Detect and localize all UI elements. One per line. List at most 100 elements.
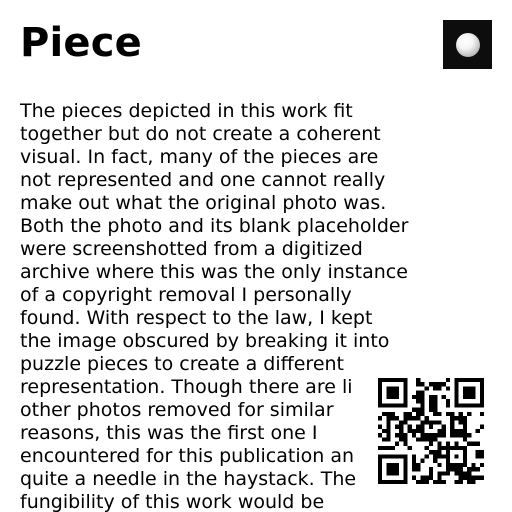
description-line: fungibility of this work would be bbox=[20, 491, 325, 512]
qr-module bbox=[424, 454, 429, 459]
qr-module bbox=[445, 445, 451, 451]
qr-module bbox=[386, 445, 391, 451]
qr-module bbox=[437, 479, 442, 484]
qr-module bbox=[428, 433, 434, 438]
qr-module bbox=[390, 411, 395, 417]
qr-module bbox=[471, 403, 476, 408]
qr-module bbox=[420, 403, 425, 408]
qr-module bbox=[407, 416, 412, 421]
qr-module bbox=[394, 441, 400, 446]
qr-module bbox=[462, 471, 468, 476]
qr-module bbox=[407, 428, 412, 434]
qr-module bbox=[462, 420, 468, 425]
description-line: together but do not create a coherent bbox=[20, 123, 381, 145]
qr-module bbox=[471, 467, 476, 472]
qr-module bbox=[450, 420, 455, 425]
qr-module bbox=[462, 386, 468, 391]
qr-module bbox=[454, 386, 459, 391]
qr-module bbox=[450, 416, 455, 421]
qr-module bbox=[399, 420, 404, 425]
qr-module bbox=[437, 428, 442, 434]
artwork-thumbnail[interactable] bbox=[443, 20, 492, 69]
qr-module bbox=[479, 378, 484, 383]
qr-module bbox=[471, 390, 476, 395]
qr-module bbox=[394, 433, 400, 438]
qr-module bbox=[479, 424, 484, 429]
qr-module bbox=[411, 467, 417, 472]
qr-module bbox=[403, 420, 408, 425]
qr-module bbox=[467, 471, 472, 476]
qr-module bbox=[386, 462, 391, 468]
qr-code-graphic bbox=[378, 378, 484, 484]
qr-module bbox=[450, 445, 455, 451]
qr-module bbox=[386, 424, 391, 429]
qr-module bbox=[471, 441, 476, 446]
qr-module bbox=[454, 454, 459, 459]
qr-module bbox=[437, 382, 442, 387]
qr-module bbox=[411, 433, 417, 438]
description-line: were screenshotted from a digitized bbox=[20, 238, 363, 260]
qr-module bbox=[454, 416, 459, 421]
qr-code-icon[interactable] bbox=[378, 378, 484, 484]
qr-module bbox=[433, 407, 438, 412]
qr-module bbox=[403, 458, 408, 463]
qr-module bbox=[399, 437, 404, 442]
qr-module bbox=[467, 411, 472, 417]
description-line: the image obscured by breaking it into bbox=[20, 330, 390, 352]
qr-module bbox=[475, 403, 480, 408]
qr-module bbox=[433, 386, 438, 391]
qr-module bbox=[475, 441, 480, 446]
qr-module bbox=[467, 403, 472, 408]
qr-module bbox=[462, 437, 468, 442]
qr-module bbox=[420, 428, 425, 434]
qr-module bbox=[416, 378, 421, 383]
qr-module bbox=[386, 390, 391, 395]
qr-module bbox=[445, 458, 451, 463]
description-line: puzzle pieces to create a different bbox=[20, 353, 345, 375]
qr-module bbox=[407, 424, 412, 429]
qr-module bbox=[454, 390, 459, 395]
qr-module bbox=[386, 420, 391, 425]
qr-module bbox=[394, 424, 400, 429]
qr-module bbox=[450, 433, 455, 438]
qr-module bbox=[411, 394, 417, 400]
qr-module bbox=[411, 454, 417, 459]
qr-module bbox=[437, 475, 442, 480]
qr-module bbox=[475, 454, 480, 459]
qr-module bbox=[441, 394, 446, 400]
qr-module bbox=[428, 450, 434, 455]
qr-module bbox=[394, 454, 400, 459]
qr-module bbox=[445, 411, 451, 417]
qr-module bbox=[424, 416, 429, 421]
qr-module bbox=[462, 462, 468, 468]
qr-module bbox=[416, 411, 421, 417]
qr-module bbox=[378, 403, 383, 408]
qr-module bbox=[428, 394, 434, 400]
qr-module bbox=[445, 403, 451, 408]
qr-module bbox=[428, 403, 434, 408]
qr-module bbox=[437, 411, 442, 417]
qr-module bbox=[378, 390, 383, 395]
qr-module bbox=[390, 445, 395, 451]
qr-module bbox=[411, 407, 417, 412]
qr-module bbox=[445, 471, 451, 476]
qr-module bbox=[471, 378, 476, 383]
qr-module bbox=[454, 428, 459, 434]
qr-module bbox=[416, 390, 421, 395]
qr-module bbox=[437, 462, 442, 468]
qr-module bbox=[454, 445, 459, 451]
qr-module bbox=[462, 416, 468, 421]
qr-module bbox=[454, 479, 459, 484]
qr-module bbox=[471, 394, 476, 400]
qr-module bbox=[420, 437, 425, 442]
qr-module bbox=[458, 462, 463, 468]
qr-module bbox=[428, 382, 434, 387]
qr-module bbox=[437, 471, 442, 476]
qr-module bbox=[437, 386, 442, 391]
qr-module bbox=[390, 479, 395, 484]
qr-module bbox=[378, 433, 383, 438]
qr-module bbox=[394, 386, 400, 391]
qr-module bbox=[378, 424, 383, 429]
qr-module bbox=[403, 378, 408, 383]
qr-module bbox=[441, 382, 446, 387]
